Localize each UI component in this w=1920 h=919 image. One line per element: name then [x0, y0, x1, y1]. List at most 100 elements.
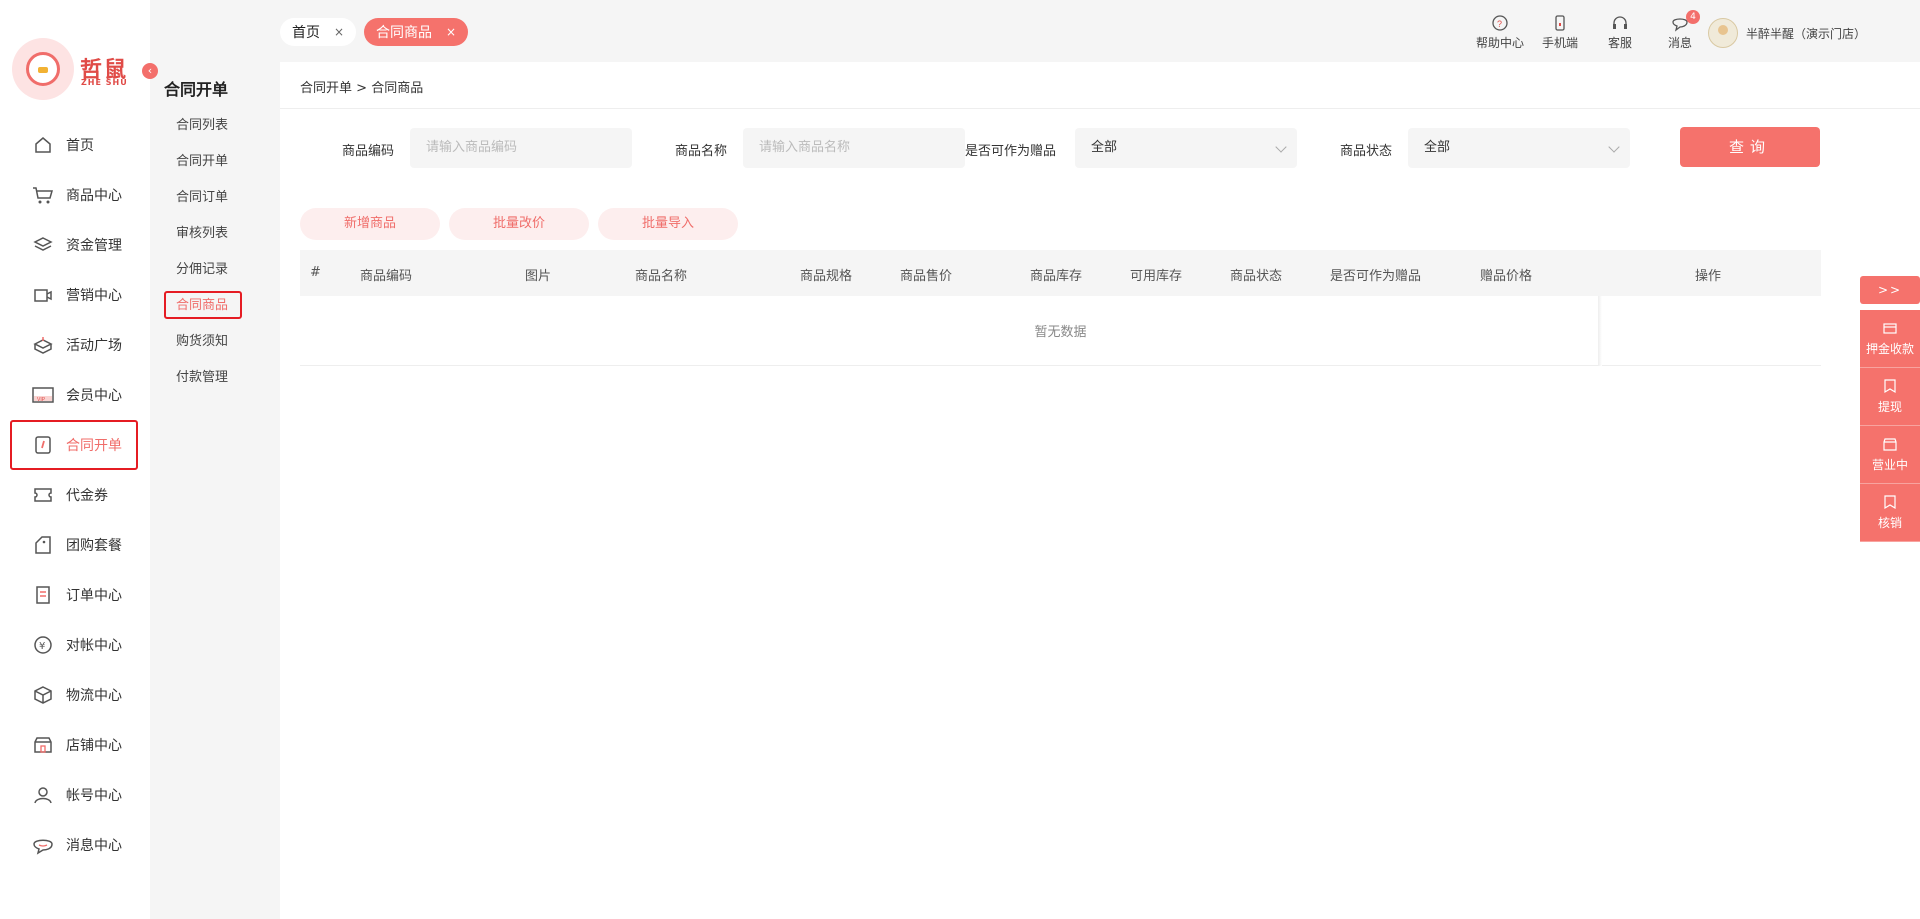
- gift-label: 是否可作为赠品: [965, 144, 1057, 159]
- mobile-button[interactable]: 手机端: [1530, 14, 1590, 51]
- brand-logo: 哲鼠 ZHE SHU: [12, 38, 132, 102]
- sidebar-item-store[interactable]: 店铺中心: [10, 720, 138, 770]
- tab-contract-products[interactable]: 合同商品 ×: [364, 18, 469, 46]
- customer-service-button[interactable]: 客服: [1590, 14, 1650, 51]
- svg-text:?: ?: [1497, 19, 1502, 29]
- column-header: 是否可作为赠品: [1330, 269, 1422, 284]
- sidebar-item-groupbuy[interactable]: 团购套餐: [10, 520, 138, 570]
- verify-icon: [1884, 495, 1896, 510]
- column-header: 商品售价: [900, 269, 953, 284]
- right-float-panel: >> 押金收款 提现 营业中 核销: [1860, 276, 1920, 542]
- withdraw-label: 提现: [1877, 400, 1902, 414]
- messages-label: 消息: [1667, 36, 1692, 50]
- sidebar-item-label: 活动广场: [66, 338, 122, 354]
- sidebar-item-marketing[interactable]: 营销中心: [10, 270, 138, 320]
- sidebar-collapse-button[interactable]: ‹: [142, 63, 158, 79]
- sidebar-item-activity[interactable]: 活动广场: [10, 320, 138, 370]
- sidebar-item-logistics[interactable]: 物流中心: [10, 670, 138, 720]
- top-bar: 首页 × 合同商品 × ? 帮助中心 手机端 客服 4 消息 半醉半醒（演示门店…: [280, 0, 1920, 62]
- batch-price-button[interactable]: 批量改价: [449, 208, 589, 240]
- sidebar-item-label: 商品中心: [66, 188, 122, 204]
- submenu-item-purchase-notice[interactable]: 购货须知: [164, 327, 242, 355]
- withdraw-icon: [1884, 379, 1896, 394]
- sidebar-item-home[interactable]: 首页: [10, 120, 138, 170]
- sidebar-item-reconcile[interactable]: ¥ 对帐中心: [10, 620, 138, 670]
- yen-icon: ¥: [32, 634, 54, 656]
- messages-button[interactable]: 4 消息: [1650, 10, 1710, 51]
- sidebar-item-account[interactable]: 帐号中心: [10, 770, 138, 820]
- sidebar-item-members[interactable]: VIP 会员中心: [10, 370, 138, 420]
- sidebar-nav: 首页 商品中心 资金管理 营销中心 活动广场 VIP 会员中心 合同开单 代金券: [10, 120, 138, 870]
- sidebar-item-label: 合同开单: [66, 438, 122, 454]
- close-icon[interactable]: ×: [446, 25, 456, 39]
- brand-subtitle: ZHE SHU: [81, 78, 128, 87]
- mouse-mascot-icon: [12, 38, 74, 100]
- sidebar-item-contract[interactable]: 合同开单: [10, 420, 138, 470]
- sidebar-item-label: 对帐中心: [66, 638, 122, 654]
- package-icon: [32, 684, 54, 706]
- code-input[interactable]: [410, 128, 632, 168]
- submenu-list: 合同列表 合同开单 合同订单 审核列表 分佣记录 合同商品 购货须知 付款管理: [164, 111, 242, 399]
- submenu-item-review-list[interactable]: 审核列表: [164, 219, 242, 247]
- contract-icon: [32, 434, 54, 456]
- order-icon: [32, 584, 54, 606]
- verify-button[interactable]: 核销: [1860, 484, 1920, 542]
- layers-icon: [32, 234, 54, 256]
- headset-icon: [1613, 16, 1627, 29]
- submenu-item-contract-products[interactable]: 合同商品: [164, 291, 242, 319]
- gift-select-value: 全部: [1091, 140, 1118, 155]
- gift-select[interactable]: 全部: [1075, 128, 1297, 168]
- sidebar-item-label: 订单中心: [66, 588, 122, 604]
- submenu-item-commission[interactable]: 分佣记录: [164, 255, 242, 283]
- withdraw-button[interactable]: 提现: [1860, 368, 1920, 426]
- business-status-button[interactable]: 营业中: [1860, 426, 1920, 484]
- vip-card-icon: VIP: [32, 384, 54, 406]
- gift-box-icon: [32, 334, 54, 356]
- tab-label: 合同商品: [376, 25, 432, 41]
- main-content: 合同开单 > 合同商品 商品编码 商品名称 是否可作为赠品 全部 商品状态 全部…: [280, 62, 1920, 919]
- tag-icon: [32, 534, 54, 556]
- column-header: 可用库存: [1130, 269, 1183, 284]
- service-label: 客服: [1607, 36, 1632, 50]
- tab-home[interactable]: 首页 ×: [280, 18, 357, 46]
- table-body: 暂无数据: [300, 296, 1821, 366]
- query-button[interactable]: 查询: [1680, 127, 1820, 167]
- help-label: 帮助中心: [1475, 36, 1524, 50]
- column-header: 图片: [525, 269, 552, 284]
- user-menu[interactable]: 半醉半醒（演示门店）: [1708, 18, 1866, 48]
- breadcrumb: 合同开单 > 合同商品: [300, 77, 423, 96]
- name-input[interactable]: [743, 128, 965, 168]
- sidebar-item-label: 物流中心: [66, 688, 122, 704]
- message-icon: [32, 834, 54, 856]
- help-center-button[interactable]: ? 帮助中心: [1470, 14, 1530, 51]
- expand-panel-button[interactable]: >>: [1860, 276, 1920, 304]
- deposit-label: 押金收款: [1865, 342, 1914, 356]
- close-icon[interactable]: ×: [334, 25, 344, 39]
- svg-text:VIP: VIP: [37, 397, 46, 403]
- help-icon: ?: [1492, 15, 1508, 31]
- shop-open-icon: [1883, 438, 1897, 451]
- card-icon: [1883, 323, 1897, 334]
- status-select-value: 全部: [1424, 140, 1451, 155]
- table-header: # 商品编码 图片 商品名称 商品规格 商品售价 商品库存 可用库存 商品状态 …: [300, 250, 1821, 296]
- submenu-item-contract-orders[interactable]: 合同订单: [164, 183, 242, 211]
- sidebar-item-messages[interactable]: 消息中心: [10, 820, 138, 870]
- column-header: 操作: [1695, 269, 1722, 284]
- sidebar-item-products[interactable]: 商品中心: [10, 170, 138, 220]
- sidebar-item-coupon[interactable]: 代金券: [10, 470, 138, 520]
- breadcrumb-parent[interactable]: 合同开单: [300, 81, 352, 96]
- status-select[interactable]: 全部: [1408, 128, 1630, 168]
- column-header: 赠品价格: [1480, 269, 1533, 284]
- submenu-item-contract-create[interactable]: 合同开单: [164, 147, 242, 175]
- deposit-button[interactable]: 押金收款: [1860, 310, 1920, 368]
- sidebar-item-orders[interactable]: 订单中心: [10, 570, 138, 620]
- add-product-button[interactable]: 新增商品: [300, 208, 440, 240]
- sidebar-item-funds[interactable]: 资金管理: [10, 220, 138, 270]
- submenu-item-payment[interactable]: 付款管理: [164, 363, 242, 391]
- batch-import-button[interactable]: 批量导入: [598, 208, 738, 240]
- marketing-icon: [32, 284, 54, 306]
- submenu-panel: 合同开单 合同列表 合同开单 合同订单 审核列表 分佣记录 合同商品 购货须知 …: [150, 0, 280, 919]
- submenu-item-contract-list[interactable]: 合同列表: [164, 111, 242, 139]
- avatar: [1708, 18, 1738, 48]
- breadcrumb-current: 合同商品: [371, 81, 424, 96]
